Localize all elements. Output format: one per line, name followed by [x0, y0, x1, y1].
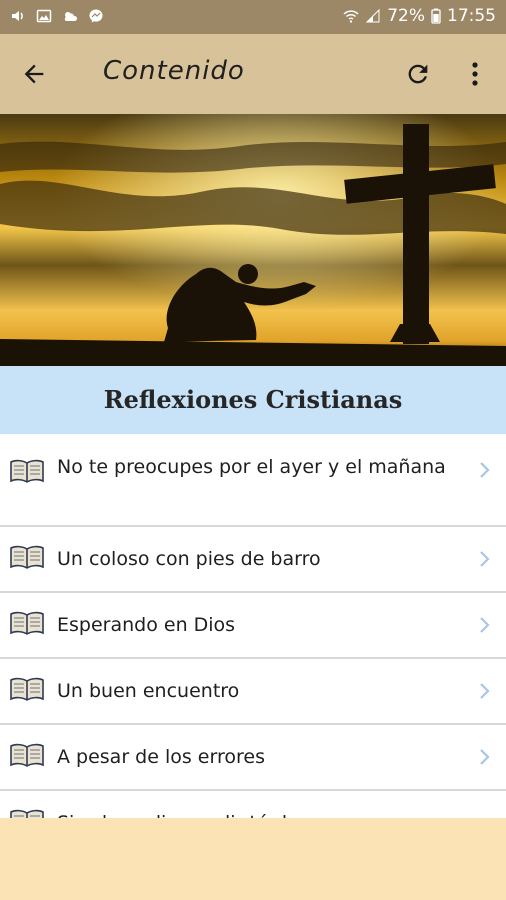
wifi-icon [343, 10, 359, 23]
list-item[interactable]: Esperando en Dios [0, 593, 506, 659]
battery-percent: 72% [387, 6, 425, 26]
list-item[interactable]: Un buen encuentro [0, 659, 506, 725]
chevron-right-icon [480, 617, 490, 633]
chevron-right-icon [480, 551, 490, 567]
app-bar: Contenido [0, 34, 506, 114]
status-icons-left [10, 8, 104, 24]
more-vert-icon[interactable] [466, 60, 484, 88]
list-item-label: Un coloso con pies de barro [57, 548, 321, 570]
book-icon [10, 459, 44, 483]
section-title: Reflexiones Cristianas [103, 385, 403, 414]
clock: 17:55 [447, 6, 496, 26]
list-item-label: Esperando en Dios [57, 614, 236, 636]
section-header: Reflexiones Cristianas [0, 366, 506, 434]
book-icon [10, 611, 44, 635]
refresh-icon[interactable] [404, 60, 432, 88]
volume-icon [12, 11, 23, 21]
list-item-label: Si solo pudiera salir tú de... [57, 809, 466, 818]
book-icon [10, 743, 44, 767]
chevron-right-icon [480, 683, 490, 699]
book-icon [10, 545, 44, 569]
weather-icon [64, 12, 78, 21]
list-item[interactable]: Un coloso con pies de barro [0, 527, 506, 593]
status-icons-right: 72% 17:55 [343, 6, 496, 26]
messenger-icon [89, 9, 103, 23]
bottom-panel [0, 818, 506, 900]
page-title: Contenido [103, 56, 245, 86]
list-item-label: No te preocupes por el ayer y el mañana [57, 456, 446, 478]
book-icon [10, 677, 44, 701]
list-item-label: Un buen encuentro [57, 680, 240, 702]
back-arrow-icon[interactable] [20, 60, 48, 88]
chevron-right-icon [480, 749, 490, 765]
list-item[interactable]: Si solo pudiera salir tú de... [0, 791, 506, 818]
battery-icon [431, 8, 441, 24]
status-bar: 72% 17:55 [0, 0, 506, 34]
signal-icon [365, 8, 380, 23]
list-item[interactable]: A pesar de los errores [0, 725, 506, 791]
chevron-right-icon [480, 462, 490, 478]
reflection-list: No te preocupes por el ayer y el mañana … [0, 434, 506, 818]
sunset-cross-illustration [0, 114, 506, 366]
list-item-label: A pesar de los errores [57, 746, 265, 768]
list-item[interactable]: No te preocupes por el ayer y el mañana [0, 434, 506, 527]
banner-image [0, 114, 506, 366]
image-icon [36, 9, 52, 23]
book-icon [10, 809, 44, 818]
